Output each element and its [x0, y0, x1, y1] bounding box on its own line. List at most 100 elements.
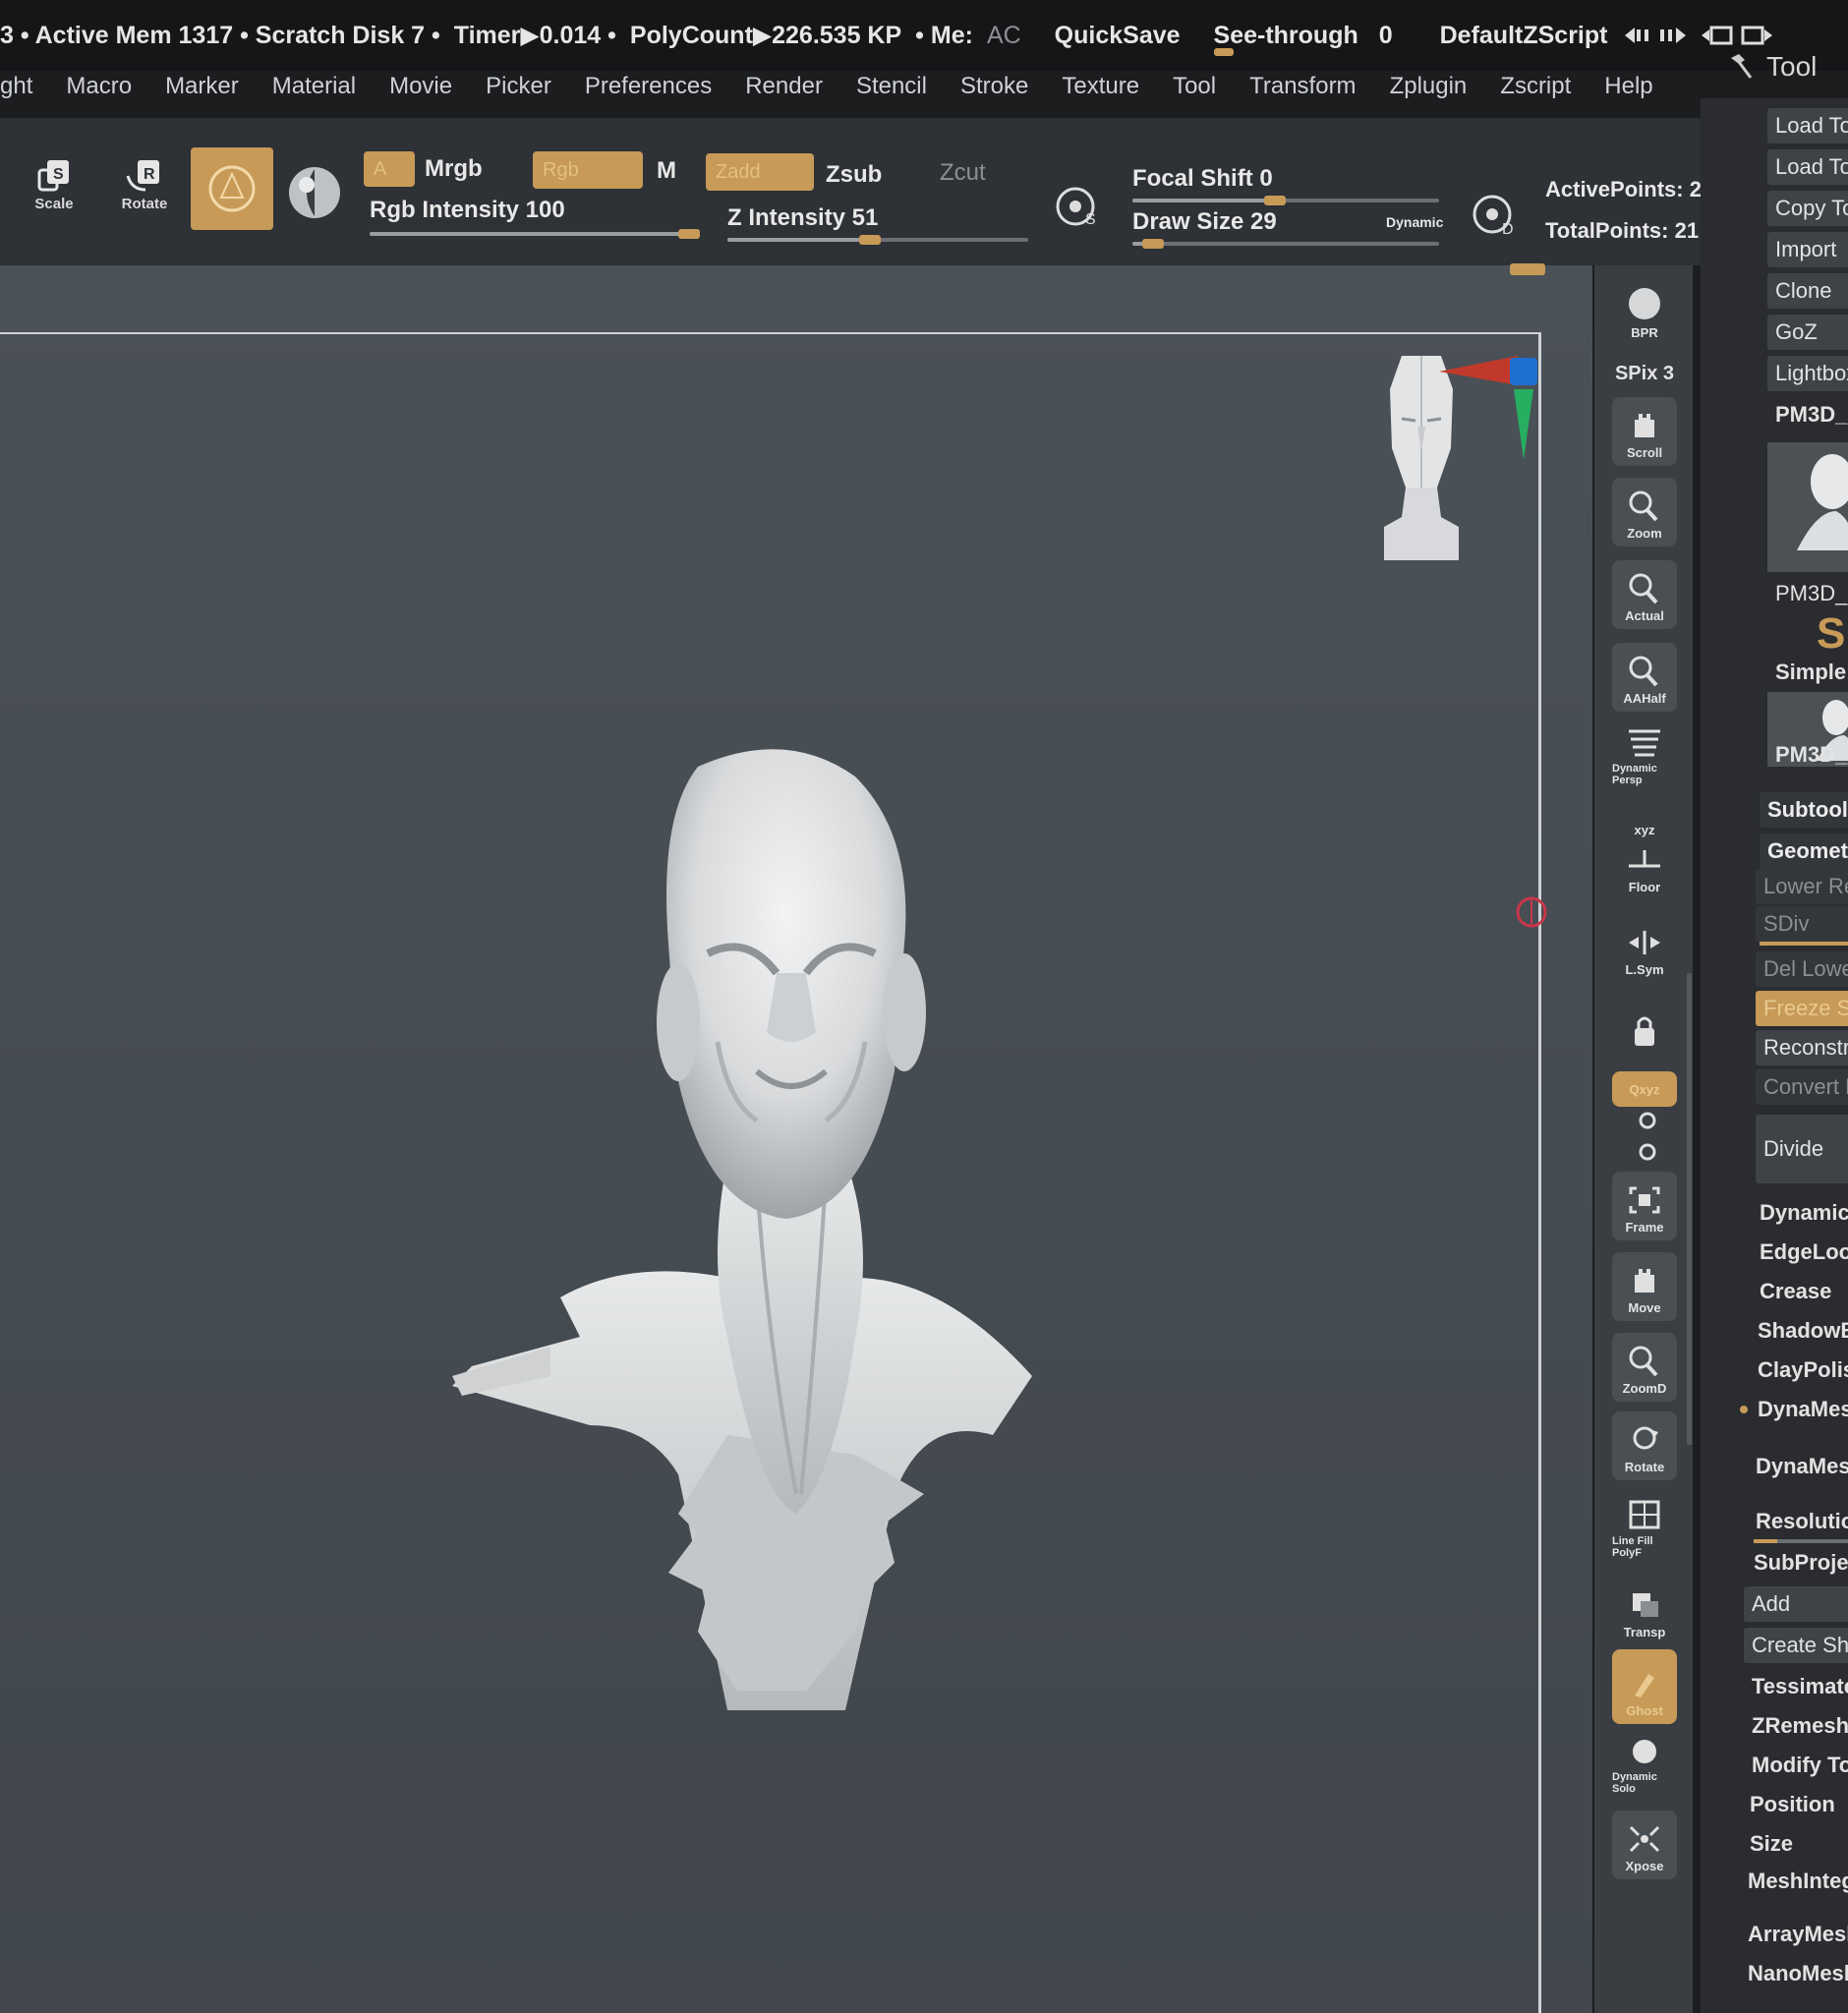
bpr-button[interactable]: BPR: [1612, 277, 1677, 346]
rgb-intensity-knob[interactable]: [678, 229, 700, 239]
axis-gizmo-icon[interactable]: [1439, 350, 1547, 468]
sculpt-mode-d-button[interactable]: D: [1469, 185, 1528, 244]
spix-slider[interactable]: SPix 3: [1612, 352, 1677, 391]
nanomesh-header[interactable]: NanoMesh: [1740, 1956, 1848, 1991]
menu-item-movie[interactable]: Movie: [389, 73, 452, 100]
menu-item-tool[interactable]: Tool: [1173, 73, 1216, 100]
focal-shift-knob[interactable]: [1264, 196, 1286, 205]
shelf-scrollbar[interactable]: [1687, 973, 1692, 1445]
status-ac[interactable]: AC: [987, 22, 1021, 50]
persp-button[interactable]: Dynamic Persp: [1612, 723, 1677, 792]
lock-button[interactable]: [1612, 989, 1677, 1058]
focal-shift-slider[interactable]: [1132, 196, 1439, 205]
zoom-button[interactable]: Zoom: [1612, 478, 1677, 546]
create-shell-button[interactable]: Create She: [1744, 1628, 1848, 1663]
menu-item-texture[interactable]: Texture: [1062, 73, 1139, 100]
xpose-button[interactable]: Xpose: [1612, 1811, 1677, 1879]
convert-bpr-button[interactable]: Convert B: [1756, 1069, 1848, 1105]
brush-selector[interactable]: [191, 147, 273, 230]
menu-item-stroke[interactable]: Stroke: [960, 73, 1028, 100]
scale-button[interactable]: S Scale: [20, 147, 88, 220]
menu-item-preferences[interactable]: Preferences: [585, 73, 712, 100]
draw-size-slider[interactable]: [1132, 239, 1439, 249]
rgb-toggle[interactable]: Rgb: [533, 151, 643, 189]
reconstruct-subdiv-button[interactable]: Reconstru: [1756, 1030, 1848, 1065]
zsub-toggle[interactable]: Zsub: [826, 161, 882, 189]
frame-button[interactable]: Frame: [1612, 1172, 1677, 1240]
rotate-y-icon[interactable]: [1638, 1111, 1657, 1130]
tool-palette-title[interactable]: Tool: [1725, 51, 1817, 83]
dynamic-subdiv-button[interactable]: Dynamic S: [1752, 1195, 1848, 1231]
menu-item-zplugin[interactable]: Zplugin: [1390, 73, 1468, 100]
load-tools-from-project-button[interactable]: Load To: [1767, 149, 1848, 185]
scroll-button[interactable]: Scroll: [1612, 397, 1677, 466]
material-sphere[interactable]: [287, 165, 342, 220]
aahalf-button[interactable]: AAHalf: [1612, 643, 1677, 712]
menu-item-macro[interactable]: Macro: [66, 73, 132, 100]
zcut-toggle[interactable]: Zcut: [940, 159, 986, 187]
del-lower-button[interactable]: Del Lowe: [1756, 951, 1848, 987]
modify-topology-button[interactable]: Modify Top: [1744, 1748, 1848, 1783]
zremesher-button[interactable]: ZRemesher: [1744, 1708, 1848, 1744]
dynamesh-section-button[interactable]: DynaMesh: [1750, 1392, 1848, 1427]
rotate3d-button[interactable]: Rotate: [1612, 1411, 1677, 1480]
subtool-header[interactable]: Subtool: [1760, 792, 1848, 828]
qxyz-toggle[interactable]: Qxyz: [1612, 1071, 1677, 1107]
menu-item-material[interactable]: Material: [272, 73, 356, 100]
sculpt-mode-s-button[interactable]: S: [1052, 177, 1111, 236]
menu-item-help[interactable]: Help: [1604, 73, 1652, 100]
dynamic-toggle[interactable]: Dynamic: [1386, 214, 1443, 230]
current-tool-name[interactable]: PM3D_S: [1767, 397, 1848, 432]
default-zscript-label[interactable]: DefaultZScript: [1440, 22, 1608, 50]
tool-thumbnail-2-label[interactable]: Simple: [1767, 655, 1848, 690]
see-through-knob[interactable]: [1213, 47, 1234, 56]
move-button[interactable]: Move: [1612, 1252, 1677, 1321]
copy-tool-button[interactable]: Copy To: [1767, 191, 1848, 226]
layout-arrows-icon[interactable]: [1621, 22, 1776, 49]
freeze-subdivision-button[interactable]: Freeze S: [1756, 991, 1848, 1026]
rotate-z-icon[interactable]: [1638, 1142, 1657, 1162]
load-tool-button[interactable]: Load To: [1767, 108, 1848, 144]
lower-res-button[interactable]: Lower Re: [1756, 869, 1848, 904]
rgb-intensity-slider[interactable]: [370, 229, 700, 239]
dynamesh-button[interactable]: DynaMesh: [1748, 1449, 1848, 1484]
menu-item-picker[interactable]: Picker: [486, 73, 551, 100]
sculpt-model[interactable]: [433, 747, 1160, 1710]
claypolish-button[interactable]: ClayPolish: [1750, 1352, 1848, 1388]
menu-item-render[interactable]: Render: [745, 73, 823, 100]
m-toggle[interactable]: M: [657, 157, 676, 185]
a-toggle[interactable]: A: [364, 151, 415, 187]
import-button[interactable]: Import: [1767, 232, 1848, 267]
transp-button[interactable]: Transp: [1612, 1577, 1677, 1645]
shadowbox-button[interactable]: ShadowBo: [1750, 1313, 1848, 1349]
menu-item-transform[interactable]: Transform: [1249, 73, 1356, 100]
geometry-header[interactable]: Geometr: [1760, 834, 1848, 869]
ghost-button[interactable]: Ghost: [1612, 1649, 1677, 1724]
arraymesh-header[interactable]: ArrayMesh: [1740, 1917, 1848, 1952]
zoom3d-button[interactable]: ZoomD: [1612, 1333, 1677, 1402]
menu-item-stencil[interactable]: Stencil: [856, 73, 927, 100]
simple-brush-icon[interactable]: S: [1817, 609, 1848, 659]
clone-button[interactable]: Clone: [1767, 273, 1848, 309]
position-button[interactable]: Position: [1742, 1787, 1848, 1822]
draw-size-knob[interactable]: [1141, 239, 1164, 249]
solo-button[interactable]: Dynamic Solo: [1612, 1732, 1677, 1801]
polyf-button[interactable]: Line Fill PolyF: [1612, 1496, 1677, 1565]
tool-thumbnail-1[interactable]: [1767, 442, 1848, 572]
menu-item-light[interactable]: ght: [0, 73, 32, 100]
lightbox-button[interactable]: Lightbox: [1767, 356, 1848, 391]
rotate-button[interactable]: R Rotate: [110, 147, 179, 220]
meshintegrity-button[interactable]: MeshIntegr: [1740, 1864, 1848, 1899]
edgeloop-button[interactable]: EdgeLoop: [1752, 1235, 1848, 1270]
add-button[interactable]: Add: [1744, 1586, 1848, 1622]
crease-button[interactable]: Crease: [1752, 1274, 1848, 1309]
tessimate-button[interactable]: Tessimate: [1744, 1669, 1848, 1704]
menu-item-marker[interactable]: Marker: [165, 73, 239, 100]
canvas-resize-handle[interactable]: [1510, 263, 1545, 275]
size-button[interactable]: Size: [1742, 1826, 1848, 1862]
zadd-toggle[interactable]: Zadd: [706, 153, 814, 191]
menu-item-zscript[interactable]: Zscript: [1500, 73, 1571, 100]
mrgb-toggle[interactable]: Mrgb: [425, 155, 483, 183]
lsym-button[interactable]: L.Sym: [1612, 914, 1677, 983]
divide-button[interactable]: Divide: [1756, 1115, 1848, 1183]
